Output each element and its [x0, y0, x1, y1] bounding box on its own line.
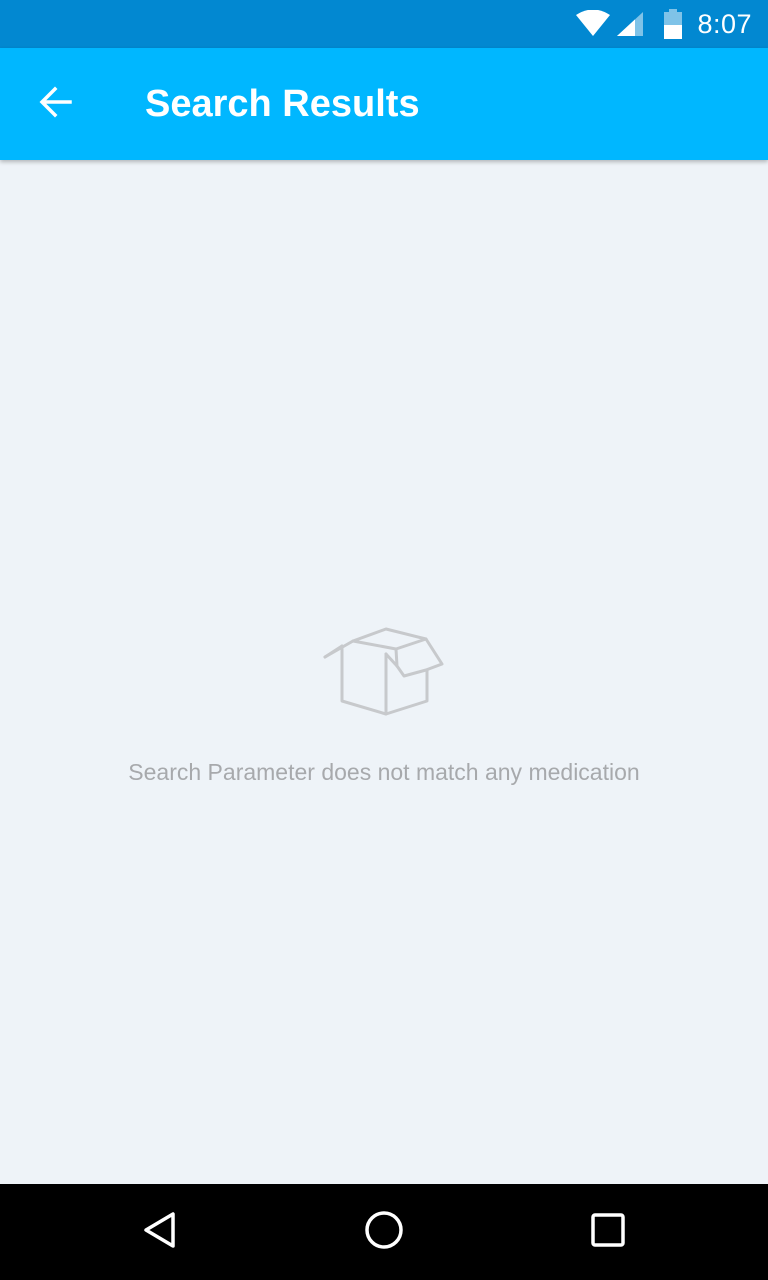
back-button[interactable] — [28, 76, 84, 132]
nav-back-icon — [140, 1210, 180, 1255]
status-icons: 8:07 — [575, 0, 752, 48]
empty-message: Search Parameter does not match any medi… — [128, 759, 640, 785]
open-box-icon — [322, 620, 446, 721]
status-time: 8:07 — [697, 8, 752, 39]
nav-back-button[interactable] — [136, 1208, 184, 1256]
nav-recents-button[interactable] — [584, 1208, 632, 1256]
page-title: Search Results — [145, 83, 420, 125]
cellular-signal-icon — [615, 10, 645, 38]
arrow-back-icon — [38, 84, 74, 125]
battery-icon — [663, 9, 683, 39]
empty-state: Search Parameter does not match any medi… — [0, 620, 768, 786]
navigation-bar — [0, 1184, 768, 1280]
nav-home-button[interactable] — [360, 1208, 408, 1256]
nav-home-icon — [364, 1210, 404, 1255]
status-bar: 8:07 — [0, 0, 768, 48]
screen: 8:07 Search Results Search Parameter doe… — [0, 0, 768, 1280]
wifi-icon — [575, 10, 611, 38]
app-bar: Search Results — [0, 48, 768, 160]
nav-recents-icon — [588, 1210, 628, 1255]
